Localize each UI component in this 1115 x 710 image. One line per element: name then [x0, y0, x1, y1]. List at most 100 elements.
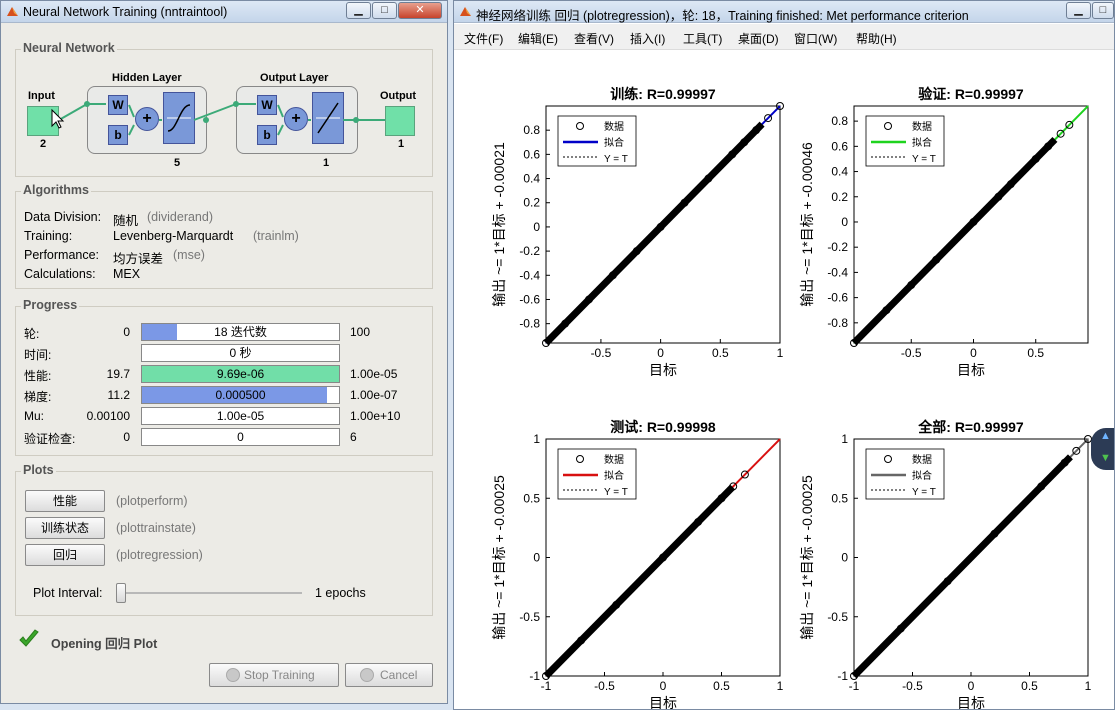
menu-item[interactable]: 帮助(H) [856, 30, 897, 47]
menu-item[interactable]: 窗口(W) [794, 30, 837, 47]
plot-button[interactable]: 训练状态 [25, 517, 105, 539]
algorithm-value: Levenberg-Marquardt [113, 229, 234, 243]
x-tick-label: 0.5 [713, 679, 730, 693]
plotregression-window: 神经网络训练 回归 (plotregression)，轮: 18，Trainin… [453, 0, 1115, 710]
chart-title: 验证: R=0.99997 [918, 86, 1024, 102]
regression-chart: -0.5 0 0.5 -0.8 -0.6 -0.4 -0.2 0 0.2 0.4 0.6 0.8 验证:… [799, 86, 1089, 378]
menu-item[interactable]: 工具(T) [683, 30, 722, 47]
progress-bar: 0 秒 [141, 344, 340, 362]
plots-title: Plots [21, 463, 56, 477]
progress-bar-text: 0.000500 [215, 388, 266, 402]
slider-thumb[interactable] [116, 583, 126, 603]
menu-item[interactable]: 查看(V) [574, 30, 614, 47]
y-tick-label: 0.6 [831, 139, 848, 153]
scroll-up-icon[interactable]: ▲ [1100, 430, 1111, 442]
cancel-button[interactable]: Cancel [345, 663, 433, 687]
progress-bar-text: 0 秒 [229, 346, 252, 360]
legend-entry: Y = T [604, 154, 628, 165]
y-tick-label: -0.6 [519, 292, 540, 306]
algorithm-value: 随机 [113, 214, 139, 228]
legend-entry: Y = T [912, 154, 936, 165]
stop-training-button[interactable]: Stop Training [209, 663, 339, 687]
y-tick-label: 1 [533, 432, 540, 446]
plot-function-label: (plottrainstate) [116, 521, 196, 535]
progress-bar: 0 [141, 428, 340, 446]
y-tick-label: 0.8 [523, 123, 540, 137]
left-title-bar[interactable]: Neural Network Training (nntraintool) ▁ … [1, 1, 447, 23]
plots-panel: Plots 性能 (plotperform) 训练状态 (plottrainstate… [15, 463, 433, 616]
progress-bar: 0.000500 [141, 386, 340, 404]
progress-end-value: 1.00e+10 [350, 409, 401, 423]
x-tick-label: -0.5 [902, 679, 923, 693]
menu-item[interactable]: 插入(I) [630, 30, 665, 47]
x-tick-label: -1 [541, 679, 552, 693]
scroll-widget[interactable]: ▲ ▼ [1091, 428, 1114, 470]
plot-button[interactable]: 回归 [25, 544, 105, 566]
progress-start-value: 19.7 [106, 367, 130, 381]
legend-entry: 数据 [604, 120, 624, 133]
y-tick-label: 0.5 [523, 491, 540, 505]
y-tick-label: 0 [841, 551, 848, 565]
progress-start-value: 0 [123, 325, 130, 339]
progress-start-value: 0.00100 [86, 409, 130, 423]
close-button[interactable]: ✕ [398, 2, 442, 19]
x-tick-label: -1 [849, 679, 860, 693]
x-tick-label: 0 [660, 679, 667, 693]
algorithms-panel: Algorithms Data Division: 随机 (dividerand) T… [15, 183, 433, 289]
y-tick-label: 0.8 [831, 114, 848, 128]
menu-item[interactable]: 文件(F) [464, 30, 503, 47]
algorithm-function: (trainlm) [253, 229, 299, 243]
y-tick-label: -0.5 [827, 610, 848, 624]
x-tick-label: 1 [777, 346, 784, 360]
plot-button[interactable]: 性能 [25, 490, 105, 512]
nntraintool-window: Neural Network Training (nntraintool) ▁ … [0, 0, 448, 704]
y-axis-label: 输出 ~= 1*目标 + -0.00046 [799, 142, 815, 307]
x-tick-label: -0.5 [594, 679, 615, 693]
y-tick-label: -0.2 [519, 244, 540, 258]
cancel-icon [360, 668, 374, 682]
menu-bar: 文件(F) 编辑(E) 查看(V) 插入(I) 工具(T) 桌面(D) 窗口(W) 帮助(H) [454, 24, 1114, 50]
progress-start-value: 0 [123, 430, 130, 444]
right-maximize-button[interactable]: □ [1092, 2, 1114, 19]
plot-function-label: (plotperform) [116, 494, 188, 508]
x-axis-label: 目标 [649, 695, 677, 710]
menu-item[interactable]: 编辑(E) [518, 30, 558, 47]
progress-end-value: 1.00e-05 [350, 367, 398, 381]
chart-title: 全部: R=0.99997 [917, 419, 1024, 435]
regression-plots: -0.5 0 0.5 1 -0.8 -0.6 -0.4 -0.2 0 0.2 0.4 0.6 0.8 训练… [491, 86, 1092, 710]
network-connections [51, 101, 385, 136]
y-tick-label: 1 [841, 432, 848, 446]
plot-interval-slider[interactable] [116, 583, 302, 603]
y-tick-label: -0.2 [827, 240, 848, 254]
legend-entry: 拟合 [604, 136, 624, 149]
progress-bar-text: 1.00e-05 [216, 409, 265, 423]
algorithm-value: 均方误差 [113, 252, 164, 266]
chart-title: 训练: R=0.99997 [610, 86, 716, 102]
maximize-button[interactable]: □ [372, 2, 397, 19]
regression-chart: -1 -0.5 0 0.5 1 -1 -0.5 0 0.5 1 全部: R=0.99997 目标 输出 … [799, 419, 1092, 709]
legend-entry: Y = T [604, 487, 628, 498]
x-tick-label: 1 [1085, 679, 1092, 693]
right-window-title: 神经网络训练 回归 (plotregression)，轮: 18，Trainin… [476, 9, 969, 23]
minimize-button[interactable]: ▁ [346, 2, 371, 19]
mouse-cursor-icon [51, 108, 65, 129]
left-window-title: Neural Network Training (nntraintool) [23, 5, 228, 19]
progress-label: 时间: [24, 348, 52, 362]
y-tick-label: -0.6 [827, 291, 848, 305]
scroll-down-icon[interactable]: ▼ [1100, 452, 1111, 464]
status-text: Opening 回归 Plot [51, 637, 158, 651]
y-tick-label: -0.5 [519, 610, 540, 624]
legend-entry: 拟合 [912, 136, 932, 149]
x-tick-label: 1 [777, 679, 784, 693]
menu-item[interactable]: 桌面(D) [738, 30, 779, 47]
right-minimize-button[interactable]: ▁ [1066, 2, 1091, 19]
x-axis-label: 目标 [649, 362, 677, 378]
y-axis-label: 输出 ~= 1*目标 + -0.00025 [491, 475, 507, 640]
x-tick-label: 0.5 [1027, 346, 1044, 360]
algorithm-label: Data Division: [24, 210, 102, 224]
checkmark-icon [19, 629, 39, 647]
right-title-bar[interactable]: 神经网络训练 回归 (plotregression)，轮: 18，Trainin… [454, 1, 1114, 23]
y-tick-label: -0.4 [827, 265, 848, 279]
regression-chart: -1 -0.5 0 0.5 1 -1 -0.5 0 0.5 1 测试: R=0.99998 目标 输出 … [491, 419, 784, 710]
slider-track [116, 592, 302, 594]
